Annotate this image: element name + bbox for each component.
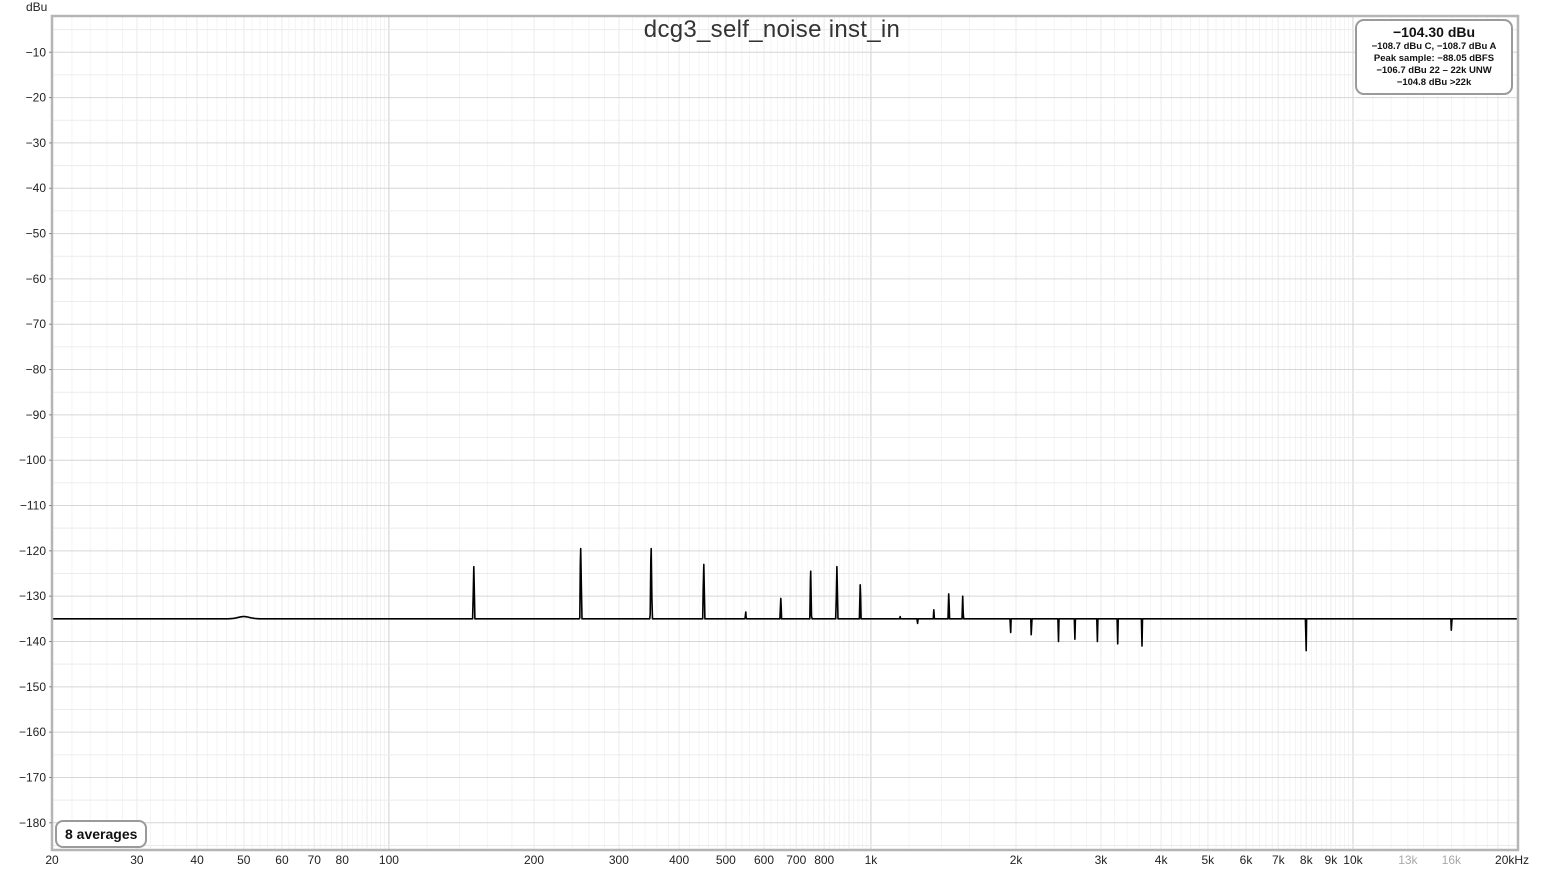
x-tick-label: 16k [1442, 853, 1462, 867]
x-tick-label: 13k [1398, 853, 1418, 867]
y-tick-label: −120 [19, 544, 46, 558]
chart-title: dcg3_self_noise inst_in [643, 16, 901, 43]
x-tick-label: 5k [1202, 853, 1216, 867]
x-tick-label: 800 [814, 853, 834, 867]
y-tick-label: −100 [19, 453, 46, 467]
weighted-level-readout: −108.7 dBu C, −108.7 dBu A [1371, 41, 1497, 52]
rms-level-readout: −104.30 dBu [1392, 24, 1476, 40]
above-22k-level-readout: −104.8 dBu >22k [1396, 77, 1472, 88]
y-tick-label: −170 [19, 770, 46, 784]
x-tick-label: 3k [1095, 853, 1109, 867]
y-tick-label: −180 [19, 816, 46, 830]
y-tick-label: −50 [26, 227, 47, 241]
x-tick-label: 400 [669, 853, 689, 867]
spectrum-line [51, 547, 1519, 652]
x-tick-label: 40 [190, 853, 204, 867]
y-axis-tick-labels: −10 −20 −30 −40 −50 −60 −70 −80 −90 −100 −110 −120 −… [19, 45, 52, 830]
x-tick-label: 8k [1300, 853, 1314, 867]
plot-border [50, 14, 1520, 852]
y-tick-label: −140 [19, 635, 46, 649]
unweighted-level-readout: −106.7 dBu 22 – 22k UNW [1376, 65, 1492, 76]
y-tick-label: −80 [26, 363, 47, 377]
x-tick-label: 80 [336, 853, 350, 867]
x-tick-label: 20 [45, 853, 59, 867]
y-tick-label: −130 [19, 589, 46, 603]
noise-spectrum-trace [51, 547, 1519, 652]
x-tick-label: 500 [716, 853, 736, 867]
y-tick-label: −60 [26, 272, 47, 286]
x-tick-label: 200 [524, 853, 544, 867]
x-tick-label: 9k [1325, 853, 1339, 867]
y-tick-label: −10 [26, 45, 47, 59]
x-tick-label: 1k [865, 853, 879, 867]
x-tick-label: 10k [1343, 853, 1363, 867]
x-tick-label: 20kHz [1495, 853, 1529, 867]
x-tick-label: 6k [1240, 853, 1254, 867]
y-tick-label: −40 [26, 181, 47, 195]
plot-frame [50, 14, 1520, 852]
y-tick-label: −150 [19, 680, 46, 694]
y-tick-label: −70 [26, 317, 47, 331]
x-tick-label: 4k [1155, 853, 1169, 867]
level-readout-box: −104.30 dBu −108.7 dBu C, −108.7 dBu A P… [1355, 19, 1513, 95]
y-tick-label: −90 [26, 408, 47, 422]
x-tick-label: 50 [237, 853, 251, 867]
y-tick-label: −110 [20, 499, 46, 513]
x-tick-label: 70 [308, 853, 322, 867]
x-tick-label: 7k [1272, 853, 1286, 867]
x-tick-label: 700 [786, 853, 806, 867]
grid [51, 16, 1518, 850]
x-tick-label: 300 [609, 853, 629, 867]
y-axis-unit-label: dBu [26, 0, 48, 14]
y-tick-label: −160 [19, 725, 46, 739]
x-tick-label: 600 [754, 853, 774, 867]
x-axis-tick-labels: 20 30 40 50 60 70 80 100 200 300 400 500 600 700 800 1k… [45, 853, 1529, 867]
x-tick-label: 100 [379, 853, 399, 867]
x-tick-label: 2k [1010, 853, 1024, 867]
y-tick-label: −20 [26, 91, 47, 105]
spectrum-chart: −10 −20 −30 −40 −50 −60 −70 −80 −90 −100 −110 −120 −… [19, 14, 1529, 867]
averages-badge: 8 averages [55, 820, 148, 848]
x-tick-label: 30 [130, 853, 144, 867]
peak-sample-readout: Peak sample: −88.05 dBFS [1373, 53, 1495, 64]
y-tick-label: −30 [26, 136, 47, 150]
x-tick-label: 60 [275, 853, 289, 867]
